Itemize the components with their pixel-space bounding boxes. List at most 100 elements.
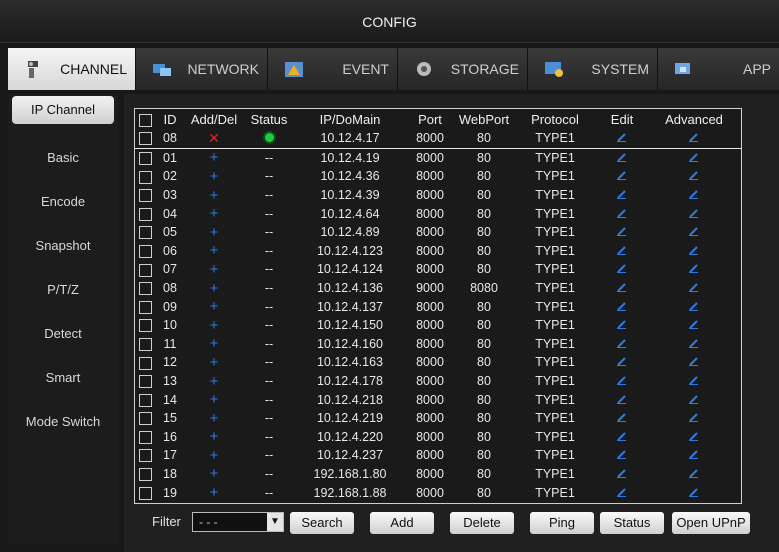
cell-adddel[interactable]: + [185, 483, 243, 502]
cell-advanced[interactable] [647, 483, 741, 502]
table-row[interactable]: 13 + -- 10.12.4.178 8000 80 TYPE1 [135, 372, 741, 391]
row-checkbox[interactable] [138, 300, 152, 314]
add-plus-icon[interactable]: + [210, 428, 219, 445]
add-plus-icon[interactable]: + [210, 503, 219, 504]
sidebar-item-basic[interactable]: Basic [8, 136, 118, 180]
add-plus-icon[interactable]: + [210, 484, 219, 501]
row-checkbox-cell[interactable] [135, 167, 155, 186]
chevron-down-icon[interactable]: ▼ [267, 513, 283, 531]
edit-pencil-icon[interactable] [689, 245, 699, 255]
table-row[interactable]: 14 + -- 10.12.4.218 8000 80 TYPE1 [135, 390, 741, 409]
edit-pencil-icon[interactable] [689, 189, 699, 200]
edit-pencil-icon[interactable] [689, 152, 699, 162]
edit-pencil-icon[interactable] [617, 189, 627, 200]
row-checkbox[interactable] [138, 282, 152, 296]
cell-edit[interactable] [597, 483, 647, 502]
cell-edit[interactable] [597, 502, 647, 503]
cell-adddel[interactable]: + [185, 353, 243, 372]
edit-pencil-icon[interactable] [617, 208, 627, 218]
cell-advanced[interactable] [647, 242, 741, 261]
edit-pencil-icon[interactable] [617, 449, 627, 460]
cell-adddel[interactable]: + [185, 148, 243, 167]
row-checkbox[interactable] [138, 263, 152, 277]
table-row[interactable]: 07 + -- 10.12.4.124 8000 80 TYPE1 [135, 260, 741, 279]
cell-advanced[interactable] [647, 186, 741, 205]
edit-pencil-icon[interactable] [689, 208, 699, 218]
cell-edit[interactable] [597, 335, 647, 354]
cell-adddel[interactable]: + [185, 446, 243, 465]
status-button[interactable]: Status [600, 512, 664, 534]
edit-pencil-icon[interactable] [617, 468, 627, 478]
cell-edit[interactable] [597, 242, 647, 261]
open-upnp-button[interactable]: Open UPnP [672, 512, 750, 534]
cell-advanced[interactable] [647, 279, 741, 298]
add-plus-icon[interactable]: + [210, 298, 219, 315]
row-checkbox[interactable] [138, 375, 152, 389]
row-checkbox-cell[interactable] [135, 129, 155, 149]
row-checkbox-cell[interactable] [135, 502, 155, 503]
edit-pencil-icon[interactable] [689, 431, 699, 441]
add-plus-icon[interactable]: + [210, 317, 219, 334]
row-checkbox[interactable] [138, 449, 152, 463]
add-plus-icon[interactable]: + [210, 354, 219, 371]
add-button[interactable]: Add [370, 512, 434, 534]
cell-edit[interactable] [597, 297, 647, 316]
cell-adddel[interactable]: + [185, 409, 243, 428]
edit-pencil-icon[interactable] [617, 338, 627, 348]
edit-pencil-icon[interactable] [689, 132, 699, 143]
cell-adddel[interactable]: + [185, 260, 243, 279]
cell-advanced[interactable] [647, 297, 741, 316]
edit-pencil-icon[interactable] [617, 412, 627, 423]
cell-edit[interactable] [597, 428, 647, 447]
tab-system[interactable]: SYSTEM [528, 48, 658, 90]
cell-adddel[interactable]: + [185, 465, 243, 484]
cell-adddel[interactable]: + [185, 502, 243, 504]
row-checkbox-cell[interactable] [135, 428, 155, 447]
cell-edit[interactable] [597, 148, 647, 167]
row-checkbox[interactable] [138, 132, 152, 146]
row-checkbox-cell[interactable] [135, 260, 155, 279]
cell-edit[interactable] [597, 223, 647, 242]
cell-edit[interactable] [597, 167, 647, 186]
add-plus-icon[interactable]: + [210, 149, 219, 166]
table-row[interactable]: 11 + -- 10.12.4.160 8000 80 TYPE1 [135, 335, 741, 354]
cell-edit[interactable] [597, 129, 647, 149]
cell-advanced[interactable] [647, 316, 741, 335]
row-checkbox-cell[interactable] [135, 465, 155, 484]
row-checkbox-cell[interactable] [135, 409, 155, 428]
cell-edit[interactable] [597, 372, 647, 391]
row-checkbox[interactable] [138, 412, 152, 426]
cell-edit[interactable] [597, 316, 647, 335]
row-checkbox-cell[interactable] [135, 186, 155, 205]
cell-edit[interactable] [597, 204, 647, 223]
row-checkbox-cell[interactable] [135, 372, 155, 391]
sidebar-item-mode-switch[interactable]: Mode Switch [8, 400, 118, 444]
cell-edit[interactable] [597, 446, 647, 465]
table-scrollbar[interactable] [746, 108, 758, 502]
cell-advanced[interactable] [647, 446, 741, 465]
edit-pencil-icon[interactable] [617, 375, 627, 386]
cell-advanced[interactable] [647, 502, 741, 503]
row-checkbox-cell[interactable] [135, 353, 155, 372]
cell-adddel[interactable]: + [185, 279, 243, 298]
table-row[interactable]: 01 + -- 10.12.4.19 8000 80 TYPE1 [135, 148, 741, 167]
edit-pencil-icon[interactable] [689, 338, 699, 348]
add-plus-icon[interactable]: + [210, 335, 219, 352]
cell-edit[interactable] [597, 353, 647, 372]
row-checkbox[interactable] [138, 244, 152, 258]
row-checkbox-cell[interactable] [135, 279, 155, 298]
cell-advanced[interactable] [647, 335, 741, 354]
edit-pencil-icon[interactable] [689, 468, 699, 478]
table-row[interactable]: 03 + -- 10.12.4.39 8000 80 TYPE1 [135, 186, 741, 205]
tab-channel[interactable]: CHANNEL [8, 48, 136, 90]
sidebar-item-encode[interactable]: Encode [8, 180, 118, 224]
cell-advanced[interactable] [647, 353, 741, 372]
edit-pencil-icon[interactable] [689, 263, 699, 274]
add-plus-icon[interactable]: + [210, 224, 219, 241]
add-plus-icon[interactable]: + [210, 205, 219, 222]
sidebar-item-detect[interactable]: Detect [8, 312, 118, 356]
tab-network[interactable]: NETWORK [136, 48, 268, 90]
cell-adddel[interactable]: + [185, 186, 243, 205]
cell-adddel[interactable]: ✕ [185, 129, 243, 149]
cell-edit[interactable] [597, 409, 647, 428]
